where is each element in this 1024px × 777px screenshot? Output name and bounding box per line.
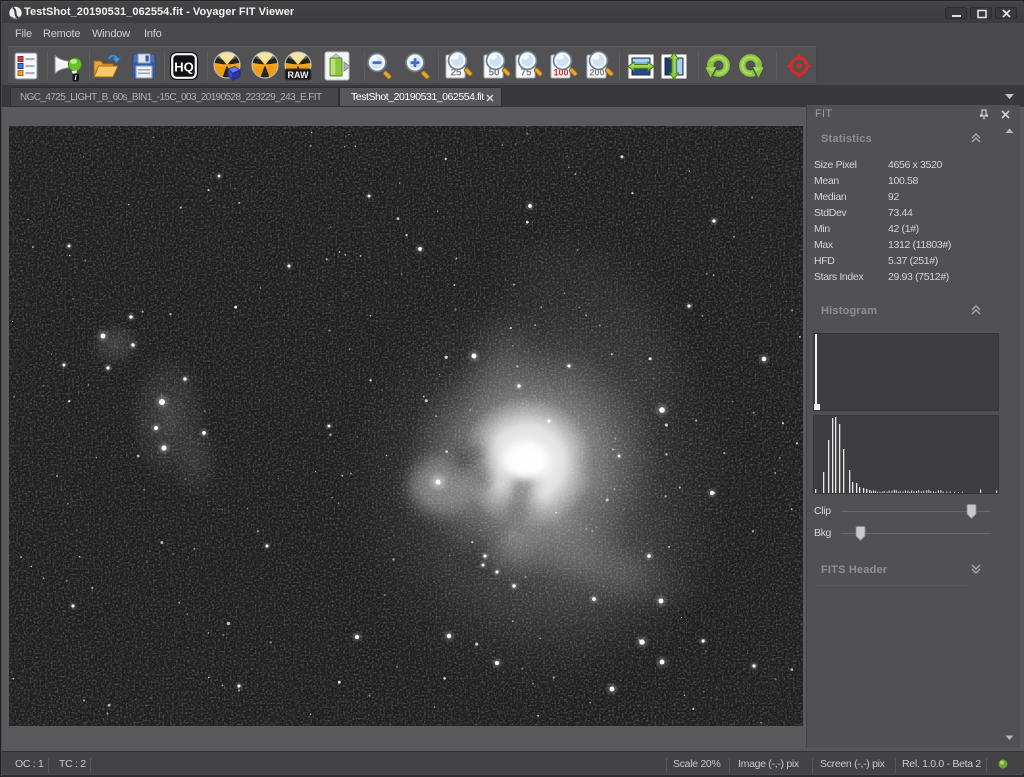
svg-text:HQ: HQ — [174, 60, 194, 75]
svg-text:RAW: RAW — [288, 70, 310, 80]
